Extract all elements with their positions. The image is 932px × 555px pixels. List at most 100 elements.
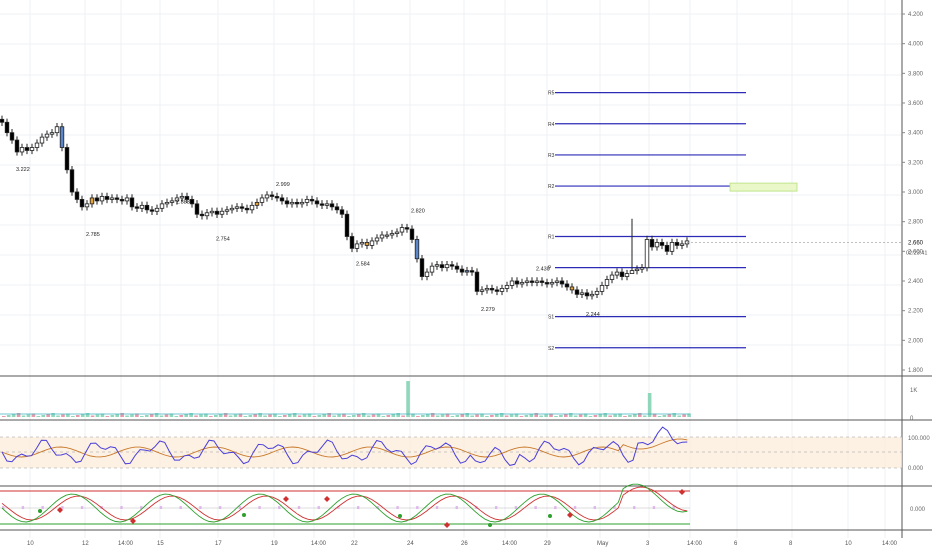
candle bbox=[4, 121, 10, 134]
time-axis-label: 3 bbox=[646, 541, 650, 547]
candle bbox=[289, 201, 295, 205]
volume-bar bbox=[209, 416, 213, 417]
volume-bar bbox=[598, 414, 603, 417]
price-annotation: 2.883 bbox=[176, 199, 190, 205]
stoch-signal-marker bbox=[283, 496, 289, 502]
candle bbox=[54, 126, 60, 134]
candle bbox=[399, 227, 405, 233]
volume-bar bbox=[475, 414, 479, 417]
stoch-hist-bar bbox=[356, 506, 360, 509]
candle bbox=[119, 199, 125, 202]
price-tick-label: 4.000 bbox=[908, 42, 924, 48]
candle bbox=[424, 271, 430, 277]
candle bbox=[469, 270, 475, 273]
candle bbox=[324, 203, 330, 206]
candle bbox=[164, 201, 170, 205]
volume-bar bbox=[381, 416, 386, 417]
candle bbox=[214, 210, 220, 215]
time-axis-label: 6 bbox=[734, 541, 738, 547]
osc-axis-label: 0.000 bbox=[908, 466, 924, 472]
candle bbox=[239, 206, 245, 209]
candle bbox=[384, 234, 390, 237]
candle bbox=[654, 242, 660, 248]
volume-bar bbox=[253, 414, 258, 417]
volume-bar bbox=[647, 393, 652, 417]
candle bbox=[84, 203, 90, 208]
volume-bar bbox=[11, 414, 16, 417]
candle bbox=[494, 289, 500, 292]
candle bbox=[44, 133, 50, 138]
candle bbox=[154, 207, 160, 212]
volume-bar bbox=[539, 415, 543, 417]
candle bbox=[434, 264, 440, 267]
stoch-signal-marker bbox=[548, 514, 552, 518]
stoch-k-line bbox=[1, 483, 688, 523]
price-tick-label: 3.200 bbox=[908, 160, 924, 166]
candle bbox=[649, 239, 655, 248]
price-tick-label: 3.800 bbox=[908, 71, 924, 77]
candle bbox=[49, 132, 55, 135]
candle bbox=[394, 231, 400, 234]
pivot-label: S1 bbox=[548, 315, 554, 321]
volume-axis-label: 1K bbox=[910, 388, 917, 394]
volume-bar bbox=[46, 414, 50, 417]
volume-bar bbox=[61, 414, 65, 417]
candle bbox=[124, 197, 130, 202]
volume-bar bbox=[228, 415, 233, 417]
volume-bar bbox=[495, 414, 499, 417]
price-tick-label: 2.200 bbox=[908, 309, 924, 315]
candle bbox=[374, 237, 380, 242]
candle bbox=[404, 227, 410, 230]
volume-bar bbox=[312, 416, 317, 417]
trading-chart[interactable]: 4.200 4.000 3.800 3.600 3.400 3.200 3.000 2.800… bbox=[0, 0, 932, 550]
volume-bar bbox=[287, 414, 292, 417]
candle bbox=[34, 142, 40, 148]
stoch-hist-bar bbox=[41, 506, 44, 509]
time-axis-label: 29 bbox=[544, 541, 551, 547]
candle bbox=[489, 288, 495, 291]
volume-bar bbox=[6, 415, 11, 417]
stoch-hist-bar bbox=[534, 506, 537, 509]
osc-axis-label: 100.000 bbox=[908, 436, 930, 442]
candle bbox=[604, 279, 610, 286]
volume-bar bbox=[243, 416, 248, 417]
stoch-signal-marker bbox=[324, 496, 330, 502]
candle bbox=[129, 197, 135, 208]
volume-bar bbox=[322, 414, 327, 417]
candle bbox=[599, 285, 605, 292]
candle bbox=[454, 265, 460, 270]
volume-bar bbox=[218, 414, 223, 417]
volume-bar bbox=[164, 414, 169, 417]
candle bbox=[169, 200, 175, 203]
candle bbox=[109, 197, 115, 200]
volume-bar bbox=[268, 414, 272, 417]
candle bbox=[254, 201, 260, 206]
chart-root[interactable]: 4.200 4.000 3.800 3.600 3.400 3.200 3.000 2.800… bbox=[0, 0, 932, 550]
candle bbox=[349, 236, 355, 249]
countdown-label: 02:23:41 bbox=[906, 250, 927, 256]
candle bbox=[304, 199, 310, 203]
candle bbox=[209, 210, 215, 214]
volume-bar bbox=[573, 415, 578, 417]
candle bbox=[524, 280, 530, 283]
volume-bar bbox=[588, 416, 593, 417]
pivot-label: S2 bbox=[548, 346, 554, 352]
candle bbox=[69, 169, 75, 193]
candle bbox=[334, 206, 340, 211]
candle bbox=[24, 147, 30, 151]
volume-bar bbox=[26, 414, 31, 417]
volume-bar bbox=[140, 416, 144, 417]
time-axis-label: 26 bbox=[461, 541, 468, 547]
volume-bar bbox=[633, 414, 637, 417]
volume-bar bbox=[401, 415, 405, 417]
candle bbox=[479, 289, 485, 292]
volume-bar bbox=[233, 414, 238, 417]
stoch-hist-bar bbox=[317, 506, 320, 509]
stoch-signal-marker bbox=[444, 522, 450, 528]
candle bbox=[19, 147, 25, 153]
candle bbox=[259, 197, 265, 203]
volume-bar bbox=[425, 414, 430, 417]
candle bbox=[89, 197, 95, 205]
candle bbox=[624, 273, 630, 277]
volume-bar bbox=[578, 414, 583, 417]
